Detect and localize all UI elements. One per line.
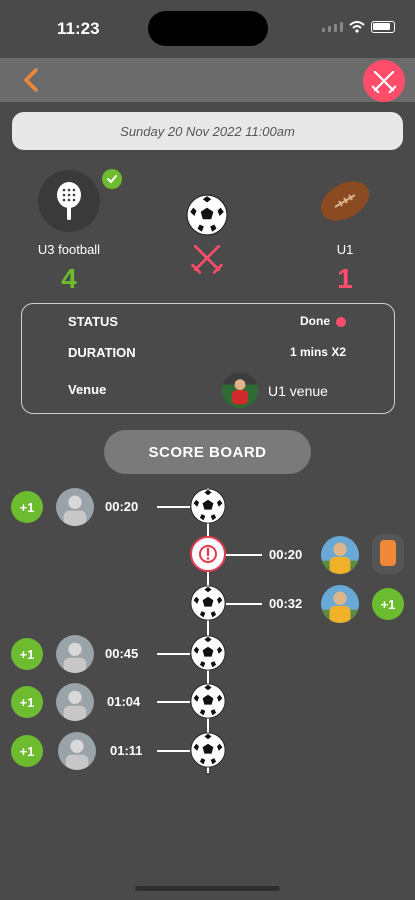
score-badge: +1 — [372, 588, 404, 620]
score-badge: +1 — [11, 491, 43, 523]
duration-label: DURATION — [68, 345, 136, 360]
event-time: 00:20 — [105, 499, 139, 514]
status-text: Done — [300, 314, 330, 328]
chevron-left-icon — [24, 68, 38, 92]
duration-row: DURATION 1 mins X2 — [22, 341, 394, 365]
status-time: 11:23 — [57, 19, 100, 38]
event-row: 00:32 +1 — [0, 585, 415, 625]
player-avatar[interactable] — [321, 585, 359, 623]
score-badge: +1 — [11, 735, 43, 767]
player-avatar[interactable] — [56, 683, 94, 721]
status-dot — [336, 316, 346, 327]
event-row: +1 00:45 — [0, 635, 415, 675]
status-label: STATUS — [68, 314, 119, 329]
verified-check-icon — [102, 169, 122, 189]
score-badge: +1 — [11, 638, 43, 670]
event-time: 01:04 — [107, 694, 141, 709]
match-info-card: STATUS Done DURATION 1 mins X2 Venue U1 … — [21, 303, 395, 414]
event-connector — [157, 701, 190, 703]
status-row: STATUS Done — [22, 310, 394, 334]
event-time: 00:45 — [105, 646, 139, 661]
status-value: Done — [300, 314, 346, 328]
player-avatar[interactable] — [321, 536, 359, 574]
padel-racket-icon — [38, 170, 100, 232]
wifi-icon — [349, 21, 365, 33]
match-date: Sunday 20 Nov 2022 11:00am — [12, 112, 403, 150]
soccer-ball-icon — [190, 683, 226, 719]
status-icons — [322, 21, 395, 33]
back-button[interactable] — [18, 66, 46, 94]
soccer-ball-icon — [186, 194, 228, 236]
event-connector — [226, 554, 262, 556]
battery-icon — [371, 21, 395, 33]
event-connector — [157, 653, 190, 655]
venue-value: U1 venue — [268, 383, 328, 399]
player-avatar[interactable] — [58, 732, 96, 770]
event-row: 00:20 — [0, 534, 415, 576]
nav-bar — [0, 58, 415, 102]
away-team-name: U1 — [336, 242, 354, 257]
home-team-name: U3 football — [37, 242, 101, 257]
signal-icon — [322, 22, 343, 32]
yellow-card-icon — [380, 540, 396, 566]
away-team[interactable]: U1 1 — [310, 170, 380, 295]
soccer-ball-icon — [190, 585, 226, 621]
soccer-ball-icon — [190, 732, 226, 768]
soccer-ball-icon — [190, 488, 226, 524]
soccer-ball-icon — [190, 635, 226, 671]
dynamic-island — [148, 11, 268, 46]
score-badge: +1 — [11, 686, 43, 718]
status-bar: 11:23 — [0, 0, 415, 56]
event-connector — [226, 603, 262, 605]
event-row: +1 01:04 — [0, 683, 415, 723]
home-score: 4 — [61, 263, 77, 294]
venue-avatar — [222, 372, 258, 408]
event-connector — [157, 750, 190, 752]
venue-label: Venue — [68, 382, 107, 397]
event-time: 00:20 — [269, 547, 303, 562]
event-connector — [157, 506, 190, 508]
crossed-swords-icon — [189, 240, 225, 276]
crossed-swords-button[interactable] — [363, 60, 405, 102]
home-indicator — [135, 886, 280, 891]
scoreboard-button[interactable]: SCORE BOARD — [104, 430, 311, 474]
timeline-line — [207, 488, 209, 773]
event-time: 00:32 — [269, 596, 303, 611]
event-row: +1 01:11 — [0, 732, 415, 772]
player-avatar[interactable] — [56, 635, 94, 673]
player-avatar[interactable] — [56, 488, 94, 526]
alert-icon — [190, 536, 226, 572]
venue-row: Venue U1 venue — [22, 372, 394, 408]
american-football-icon — [314, 170, 376, 232]
event-time: 01:11 — [110, 743, 143, 758]
event-row: +1 00:20 — [0, 488, 415, 528]
away-score: 1 — [337, 263, 353, 294]
home-team[interactable]: U3 football 4 — [34, 170, 104, 295]
crossed-swords-icon — [370, 67, 398, 95]
duration-value: 1 mins X2 — [289, 345, 346, 359]
